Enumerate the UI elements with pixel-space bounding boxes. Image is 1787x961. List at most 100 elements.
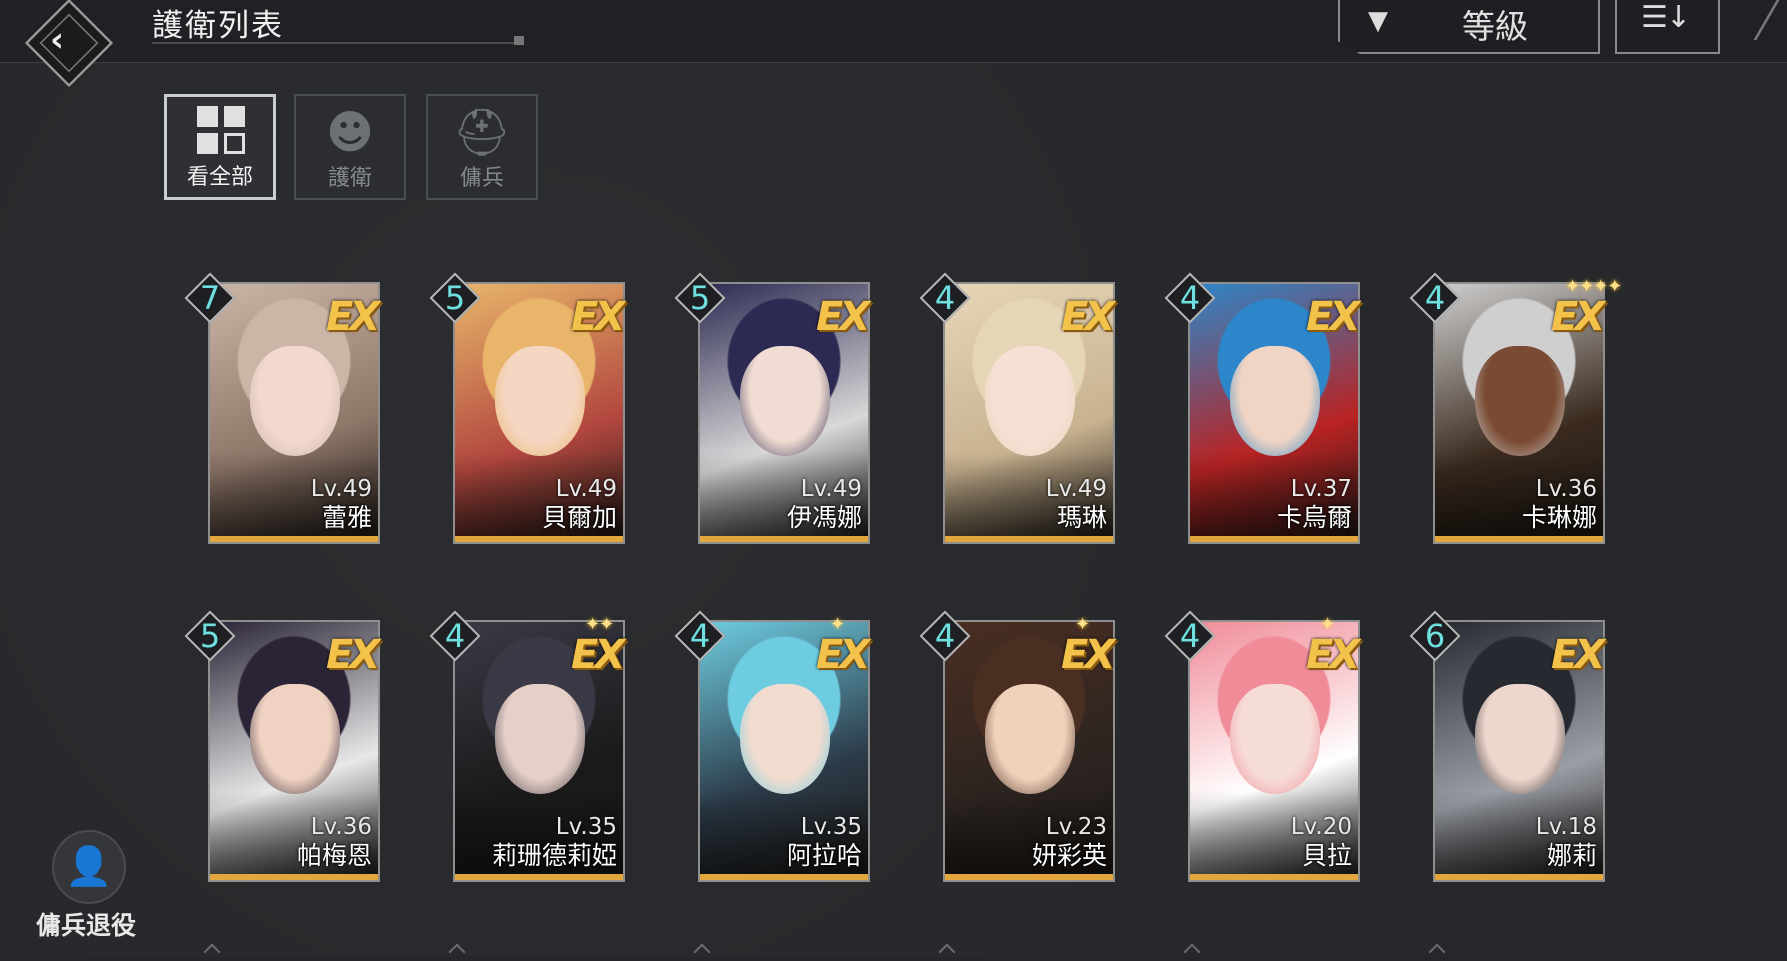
rank-number: 4 xyxy=(1179,617,1201,655)
character-name: 卡琳娜 xyxy=(1521,503,1597,532)
grade-badge: EX xyxy=(1306,294,1360,340)
character-card[interactable]: Lv.35 莉珊德莉婭 EX ✦✦ 4 xyxy=(429,610,625,882)
title-underline xyxy=(152,42,524,44)
rarity-bar xyxy=(1190,874,1358,880)
rarity-bar xyxy=(210,874,378,880)
character-card[interactable]: Lv.18 娜莉 EX 6 xyxy=(1409,610,1605,882)
rank-number: 4 xyxy=(444,617,466,655)
rank-number: 5 xyxy=(444,279,466,317)
grade-badge: EX xyxy=(1551,632,1605,678)
rank-badge: 4 xyxy=(429,610,481,662)
head-profile-icon: ☻ xyxy=(326,105,374,159)
funnel-icon: ▼ xyxy=(1368,6,1388,36)
grade-badge: EX xyxy=(816,294,870,340)
character-face xyxy=(1475,346,1565,456)
character-name: 莉珊德莉婭 xyxy=(491,841,617,870)
character-card[interactable]: Lv.35 阿拉哈 EX ✦ 4 xyxy=(674,610,870,882)
rarity-bar xyxy=(945,874,1113,880)
grade-stars: ✦ xyxy=(1320,614,1335,635)
grade-badge: EX xyxy=(1061,294,1115,340)
rank-number: 5 xyxy=(199,617,221,655)
rank-badge: 7 xyxy=(184,272,236,324)
title-underline-marker xyxy=(514,36,524,45)
rarity-bar xyxy=(700,874,868,880)
grade-stars: ✦ xyxy=(830,614,845,635)
character-card[interactable]: Lv.23 妍彩英 EX ✦ 4 xyxy=(919,610,1115,882)
character-name: 妍彩英 xyxy=(1031,841,1107,870)
rank-badge: 5 xyxy=(429,272,481,324)
discharge-mercenary-label: 傭兵退役 xyxy=(36,911,137,940)
character-card[interactable]: Lv.37 卡烏爾 EX 4 xyxy=(1164,272,1360,544)
remove-user-icon: 👤 xyxy=(65,844,113,888)
character-face xyxy=(740,346,830,456)
rarity-bar xyxy=(700,536,868,542)
rank-number: 4 xyxy=(1179,279,1201,317)
rarity-bar xyxy=(1190,536,1358,542)
grade-badge: EX xyxy=(1551,294,1605,340)
back-arrow-icon: ‹ xyxy=(50,20,65,60)
rank-number: 4 xyxy=(934,617,956,655)
tab-mercenaries-label: 傭兵 xyxy=(459,166,504,191)
character-face xyxy=(495,684,585,794)
rarity-bar xyxy=(1435,874,1603,880)
character-name: 帕梅恩 xyxy=(296,841,372,870)
character-name: 卡烏爾 xyxy=(1276,503,1352,532)
discharge-mercenary-button[interactable]: 👤 xyxy=(52,830,126,904)
rank-badge: 4 xyxy=(1164,610,1216,662)
rarity-bar xyxy=(210,536,378,542)
tab-guards-label: 護衛 xyxy=(327,166,372,191)
character-card[interactable]: Lv.36 卡琳娜 EX ✦✦✦✦ 4 xyxy=(1409,272,1622,544)
character-name: 貝拉 xyxy=(1301,841,1352,870)
character-card[interactable]: Lv.49 瑪琳 EX 4 xyxy=(919,272,1115,544)
rarity-bar xyxy=(1435,536,1603,542)
character-name: 伊馮娜 xyxy=(786,503,862,532)
rank-number: 4 xyxy=(934,279,956,317)
rarity-bar xyxy=(455,536,623,542)
sort-button[interactable]: ☰↓ xyxy=(1615,0,1720,54)
character-face xyxy=(985,346,1075,456)
grade-badge: EX xyxy=(326,294,380,340)
rank-badge: 4 xyxy=(1164,272,1216,324)
rank-number: 6 xyxy=(1424,617,1446,655)
character-name: 瑪琳 xyxy=(1056,503,1107,532)
rank-number: 4 xyxy=(689,617,711,655)
tab-mercenaries[interactable]: ⛑ 傭兵 xyxy=(426,94,538,200)
tab-guards[interactable]: ☻ 護衛 xyxy=(294,94,406,200)
character-card[interactable]: Lv.49 蕾雅 EX 7 xyxy=(184,272,380,544)
character-card[interactable]: Lv.49 貝爾加 EX 5 xyxy=(429,272,625,544)
rank-number: 5 xyxy=(689,279,711,317)
grade-stars: ✦✦ xyxy=(585,614,614,635)
sort-descending-icon: ☰↓ xyxy=(1641,0,1691,35)
grade-stars: ✦ xyxy=(1075,614,1090,635)
tab-view-all[interactable]: 看全部 xyxy=(164,94,276,200)
rank-badge: 4 xyxy=(919,610,971,662)
character-face xyxy=(250,684,340,794)
character-name: 阿拉哈 xyxy=(786,841,862,870)
grade-badge: EX xyxy=(571,294,625,340)
rank-badge: 5 xyxy=(674,272,726,324)
character-face xyxy=(740,684,830,794)
character-face xyxy=(1230,346,1320,456)
rank-badge: 4 xyxy=(919,272,971,324)
helmet-icon: ⛑ xyxy=(452,105,512,159)
grade-badge: EX xyxy=(571,632,625,678)
rank-badge: 5 xyxy=(184,610,236,662)
character-face xyxy=(985,684,1075,794)
rank-badge: 4 xyxy=(1409,272,1461,324)
grade-badge: EX xyxy=(1306,632,1360,678)
rank-number: 4 xyxy=(1424,279,1446,317)
character-name: 蕾雅 xyxy=(321,503,372,532)
filter-level-button[interactable]: ▼ 等級 xyxy=(1338,0,1600,54)
character-card[interactable]: Lv.36 帕梅恩 EX 5 xyxy=(184,610,380,882)
character-face xyxy=(1475,684,1565,794)
grid-icon xyxy=(197,106,247,156)
filter-label: 等級 xyxy=(1462,7,1528,46)
rank-badge: 6 xyxy=(1409,610,1461,662)
character-name: 娜莉 xyxy=(1546,841,1597,870)
character-face xyxy=(495,346,585,456)
character-card[interactable]: Lv.20 貝拉 EX ✦ 4 xyxy=(1164,610,1360,882)
character-face xyxy=(1230,684,1320,794)
character-card[interactable]: Lv.49 伊馮娜 EX 5 xyxy=(674,272,870,544)
grade-stars: ✦✦✦✦ xyxy=(1565,276,1622,297)
top-bar: ‹ 護衛列表 ▼ 等級 ☰↓ xyxy=(0,0,1787,88)
